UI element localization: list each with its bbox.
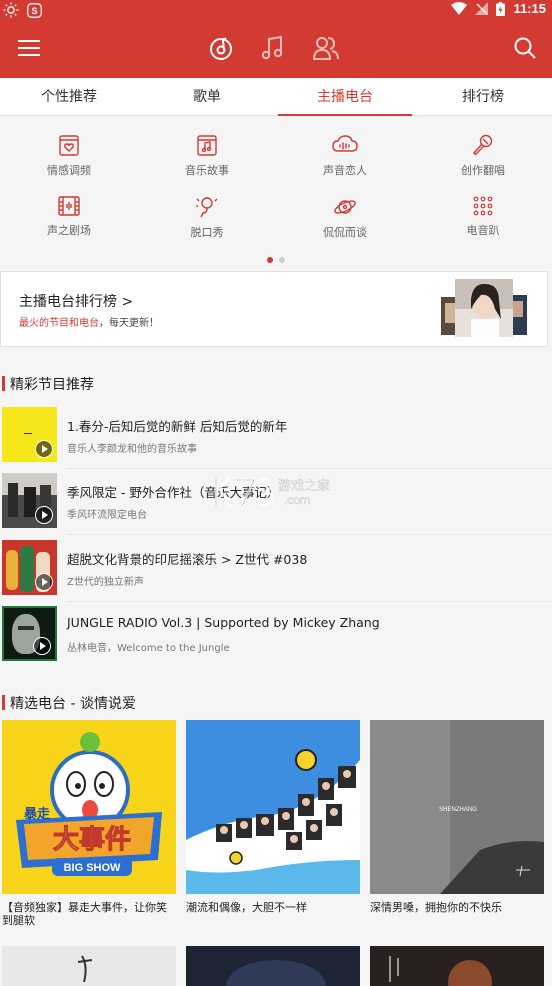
pager-dot xyxy=(279,257,285,263)
status-time: 11:15 xyxy=(513,1,546,16)
program-item[interactable]: JUNGLE RADIO Vol.3 | Supported by Mickey… xyxy=(0,606,552,662)
battery-charging-icon xyxy=(496,1,506,16)
friends-icon[interactable] xyxy=(313,35,339,61)
music-note-tab-icon[interactable] xyxy=(261,35,285,61)
tab-charts[interactable]: 排行榜 xyxy=(414,78,552,115)
category-chat[interactable]: 侃侃而谈 xyxy=(276,196,414,258)
radio-card[interactable]: BIG SHOW 暴走 大事件 【音频独家】暴走大事件，让你笑到腿软 xyxy=(2,720,176,927)
category-voice-lover[interactable]: 声音恋人 xyxy=(276,134,414,196)
idols-cover-art xyxy=(186,749,360,894)
rank-banner-photos xyxy=(441,279,527,337)
big-show-cover-art: BIG SHOW 暴走 大事件 xyxy=(16,732,162,876)
program-item[interactable]: 1.春分-后知后觉的新鲜 后知后觉的新年 音乐人李颜龙和他的音乐故事 xyxy=(0,407,552,469)
radio-caption: 【音频独家】暴走大事件，让你笑到腿软 xyxy=(2,901,167,927)
svg-text:.com: .com xyxy=(284,493,310,507)
app-notification-icon: S xyxy=(27,2,42,18)
pager-dot-active xyxy=(267,257,273,263)
mic-stand-icon xyxy=(196,197,218,218)
play-icon[interactable] xyxy=(35,440,53,458)
radio-cover-partial[interactable] xyxy=(370,946,544,986)
brightness-icon xyxy=(3,2,19,18)
tab-anchor-radio[interactable]: 主播电台 xyxy=(276,78,414,116)
program-subtitle: 丛林电音，Welcome to the Jungle xyxy=(67,643,230,654)
category-talk-show[interactable]: 脱口秀 xyxy=(138,196,276,258)
anchor-radio-rank-banner[interactable]: 主播电台排行榜 > 最火的节目和电台，每天更新！ xyxy=(0,271,548,347)
k73-watermark-logo: 游戏之家 .com xyxy=(214,477,330,507)
film-icon xyxy=(58,196,80,216)
pager-dots xyxy=(0,257,552,263)
radio-cover-partial[interactable] xyxy=(2,946,176,986)
search-icon[interactable] xyxy=(514,37,536,59)
category-music-story[interactable]: 音乐故事 xyxy=(138,134,276,196)
tab-bar: 个性推荐 歌单 主播电台 排行榜 xyxy=(0,78,552,116)
play-icon[interactable] xyxy=(35,506,53,524)
microphone-icon xyxy=(473,134,493,156)
tab-playlists[interactable]: 歌单 xyxy=(138,78,276,115)
svg-text:BIG SHOW: BIG SHOW xyxy=(64,862,121,874)
heart-radio-icon xyxy=(59,135,79,156)
program-subtitle: Z世代的独立新声 xyxy=(67,577,144,588)
radio-caption: 深情男嗓，拥抱你的不快乐 xyxy=(370,901,502,914)
svg-text:大事件: 大事件 xyxy=(53,825,131,855)
play-icon[interactable] xyxy=(33,637,51,655)
app-bar xyxy=(0,20,552,78)
play-icon[interactable] xyxy=(35,573,53,591)
category-cover-songs[interactable]: 创作翻唱 xyxy=(414,134,552,196)
rank-banner-title: 主播电台排行榜 > xyxy=(19,294,134,310)
radio-card[interactable]: 潮流和偶像，大胆不一样 xyxy=(186,720,360,914)
svg-text:S: S xyxy=(31,6,37,16)
program-title: 超脱文化背景的印尼摇滚乐 > Z世代 #038 xyxy=(67,552,308,567)
category-grid: 情感调频 音乐故事 声音恋人 创作翻唱 声之剧场 脱口秀 侃侃而谈 电音趴 xyxy=(0,117,552,269)
section-header-programs: 精彩节目推荐 xyxy=(0,370,552,400)
radio-card[interactable]: SHENZHANG 深情男嗓，拥抱你的不快乐 xyxy=(370,720,544,914)
app-screen: S 11:15 个性推荐 歌单 主播电台 排行榜 情感调频 音乐故事 声音恋人 … xyxy=(0,0,552,986)
program-thumbnail xyxy=(2,606,57,661)
program-thumbnail xyxy=(2,540,57,595)
dots-grid-icon xyxy=(473,196,493,216)
svg-text:游戏之家: 游戏之家 xyxy=(278,478,330,494)
menu-icon[interactable] xyxy=(18,40,40,56)
svg-text:SHENZHANG: SHENZHANG xyxy=(439,807,477,813)
section-title: 精彩节目推荐 xyxy=(10,377,94,393)
radio-cover: BIG SHOW 暴走 大事件 xyxy=(2,720,176,894)
wifi-icon xyxy=(451,2,468,15)
planet-icon xyxy=(334,200,356,214)
status-bar: S 11:15 xyxy=(0,0,552,20)
radio-cover-partial[interactable] xyxy=(186,946,360,986)
svg-text:暴走: 暴走 xyxy=(23,806,51,822)
program-thumbnail xyxy=(2,407,57,462)
program-subtitle: 季风环流限定电台 xyxy=(67,510,147,521)
music-note-icon xyxy=(197,135,217,156)
program-subtitle: 音乐人李颜龙和他的音乐故事 xyxy=(67,444,197,455)
tab-recommend[interactable]: 个性推荐 xyxy=(0,78,138,115)
music-logo-icon[interactable] xyxy=(208,35,234,61)
radio-caption: 潮流和偶像，大胆不一样 xyxy=(186,901,307,914)
program-title: JUNGLE RADIO Vol.3 | Supported by Mickey… xyxy=(67,615,380,630)
cloud-voice-icon xyxy=(332,135,358,152)
category-electronic[interactable]: 电音趴 xyxy=(414,196,552,258)
radio-cover: SHENZHANG xyxy=(370,720,544,894)
program-title: 1.春分-后知后觉的新鲜 后知后觉的新年 xyxy=(67,419,288,434)
section-title: 精选电台 - 谈情说爱 xyxy=(10,696,136,712)
rank-banner-subtitle: 最火的节目和电台，每天更新！ xyxy=(19,318,159,329)
section-header-radios: 精选电台 - 谈情说爱 xyxy=(0,689,552,719)
category-theatre[interactable]: 声之剧场 xyxy=(0,196,138,258)
no-signal-icon xyxy=(475,2,489,15)
category-emotion[interactable]: 情感调频 xyxy=(0,134,138,196)
program-item[interactable]: 超脱文化背景的印尼摇滚乐 > Z世代 #038 Z世代的独立新声 xyxy=(0,540,552,602)
shenzhang-cover-art: SHENZHANG xyxy=(370,720,544,894)
program-thumbnail xyxy=(2,473,57,528)
radio-cover xyxy=(186,720,360,894)
